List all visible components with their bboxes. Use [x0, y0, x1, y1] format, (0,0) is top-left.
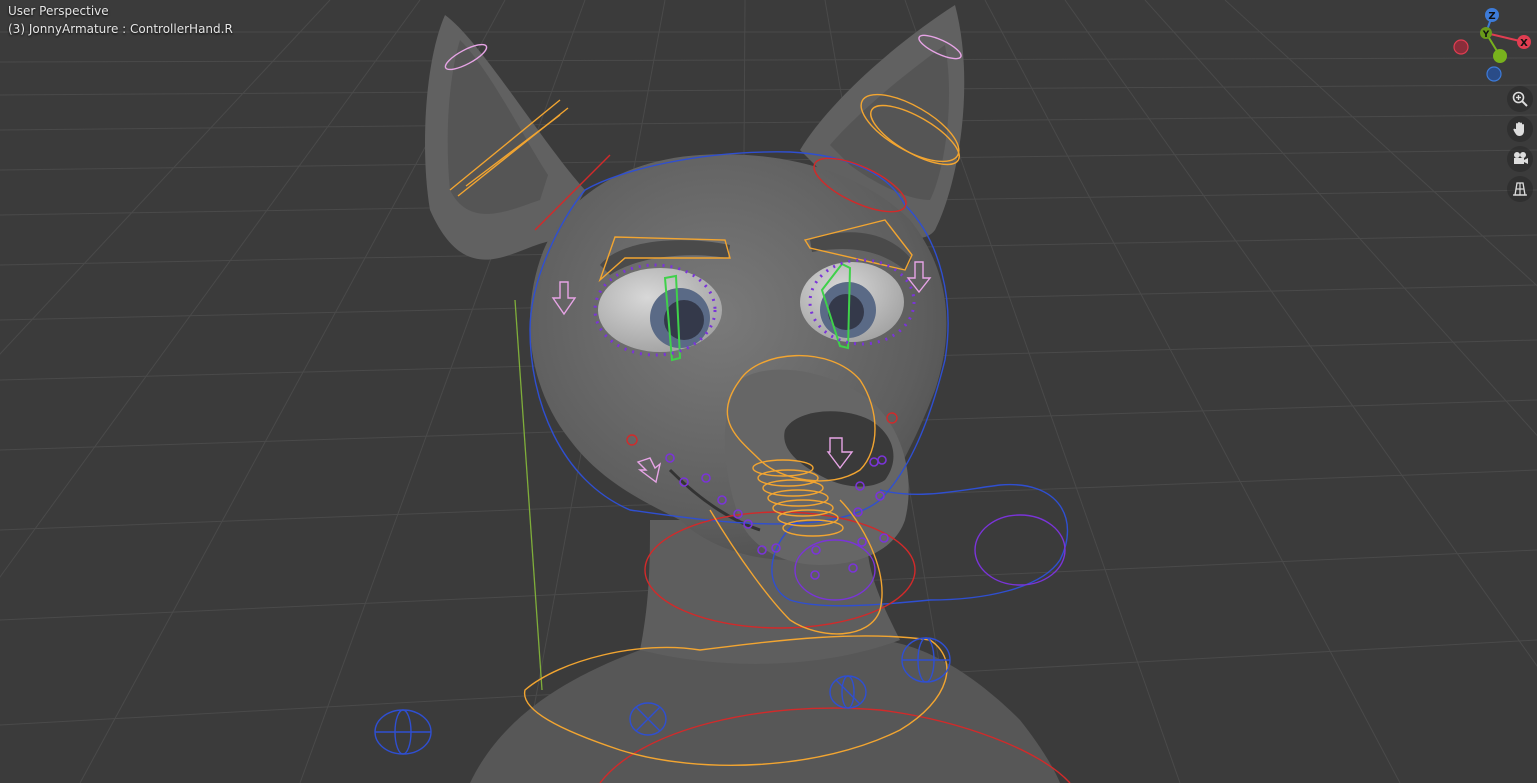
camera-icon [1514, 152, 1528, 164]
x-axis-label: X [1520, 38, 1528, 49]
scene-canvas[interactable] [0, 0, 1537, 783]
grid-icon [1513, 182, 1527, 196]
hand-icon [1513, 122, 1524, 136]
neg-y-axis-handle[interactable] [1493, 49, 1507, 63]
camera-view-button[interactable] [1507, 146, 1533, 172]
character-mesh[interactable] [425, 5, 1060, 783]
pan-button[interactable] [1507, 116, 1533, 142]
neg-x-axis-handle[interactable] [1453, 39, 1469, 55]
view-perspective-label: User Perspective [8, 4, 109, 18]
navigation-gizmo[interactable]: Z Y X [1450, 6, 1536, 84]
3d-viewport[interactable]: User Perspective (3) JonnyArmature : Con… [0, 0, 1537, 783]
z-axis-label: Z [1488, 11, 1495, 22]
zoom-button[interactable] [1507, 86, 1533, 112]
ortho-toggle-button[interactable] [1507, 176, 1533, 202]
active-object-label: (3) JonnyArmature : ControllerHand.R [8, 22, 233, 36]
y-axis-label: Y [1482, 30, 1490, 40]
zoom-icon [1512, 91, 1528, 107]
neg-z-axis-handle[interactable] [1486, 66, 1502, 82]
